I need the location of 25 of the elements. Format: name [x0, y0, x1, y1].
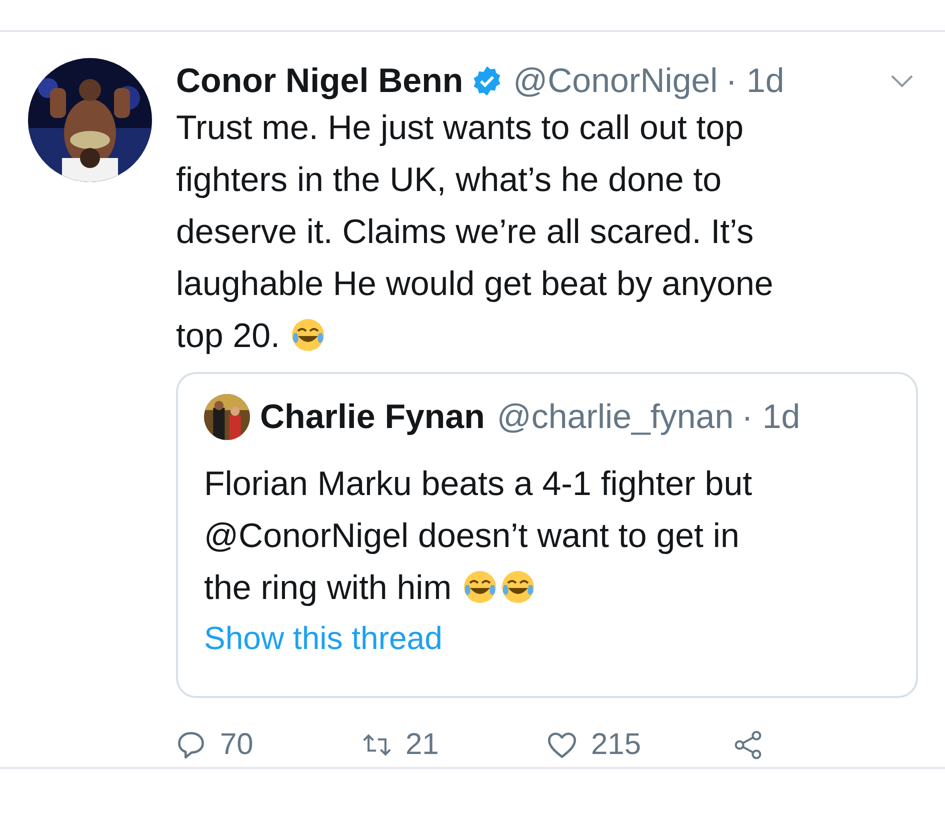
- tweet-text-line: laughable He would get beat by anyone: [176, 265, 774, 303]
- tweet-text-line: deserve it. Claims we’re all scared. It’s: [176, 213, 754, 251]
- speech-bubble-icon[interactable]: [176, 730, 206, 760]
- author-handle[interactable]: @ConorNigel: [513, 62, 718, 100]
- quoted-author-handle[interactable]: @charlie_fynan: [496, 398, 734, 436]
- author-name[interactable]: Conor Nigel Benn: [176, 62, 464, 100]
- tweet-text-line: top 20.: [176, 317, 280, 355]
- quoted-tweet-text-line: the ring with him: [204, 569, 452, 607]
- quoted-tweet-card[interactable]: Charlie Fynan @charlie_fynan · 1d Florian Marku beats a 4-1 fighter but @ConorNigel doesn’t want to get in the ring with him Show this thread: [176, 372, 918, 698]
- action-count: 21: [406, 728, 439, 762]
- chevron-down-icon[interactable]: [890, 74, 914, 88]
- quoted-tweet-text-line: Florian Marku beats a 4-1 fighter but: [204, 465, 752, 503]
- quoted-author-name[interactable]: Charlie Fynan: [260, 398, 485, 436]
- laughing-emoji-icon: [500, 569, 536, 605]
- action-count: 70: [220, 728, 254, 762]
- quoted-tweet-text-line: @ConorNigel doesn’t want to get in: [204, 517, 740, 555]
- quoted-tweet-time: · 1d: [742, 398, 800, 436]
- tweet-text-line: Trust me. He just wants to call out top: [176, 109, 744, 147]
- laughing-emoji-icon: [462, 569, 498, 605]
- action-count: 215: [591, 728, 642, 762]
- heart-icon[interactable]: [547, 730, 577, 760]
- laughing-emoji-icon: [290, 317, 326, 353]
- tweet-text-line: fighters in the UK, what’s he done to: [176, 161, 722, 199]
- tweet-time: · 1d: [726, 62, 784, 100]
- share-icon[interactable]: [732, 730, 762, 760]
